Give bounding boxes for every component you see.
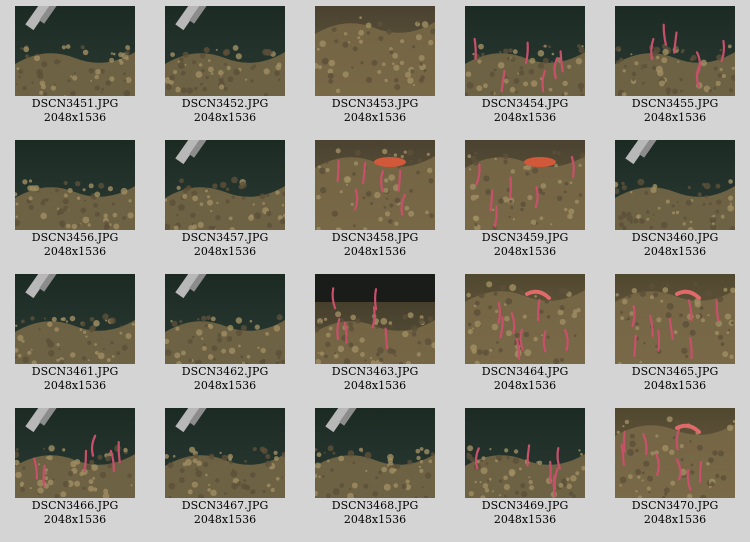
thumbnail-filename: DSCN3454.JPG (481, 97, 569, 110)
thumbnail-item[interactable]: DSCN3469.JPG 2048x1536 (465, 408, 585, 526)
thumbnail-image[interactable] (465, 408, 585, 498)
thumbnail-filename: DSCN3456.JPG (31, 231, 119, 244)
thumbnail-dimensions: 2048x1536 (193, 379, 257, 392)
thumbnail-filename: DSCN3467.JPG (181, 499, 269, 512)
thumbnail-item[interactable]: DSCN3462.JPG 2048x1536 (165, 274, 285, 392)
thumbnail-image[interactable] (315, 408, 435, 498)
thumbnail-image[interactable] (615, 6, 735, 96)
thumbnail-item[interactable]: DSCN3456.JPG 2048x1536 (15, 140, 135, 258)
thumbnail-image[interactable] (15, 408, 135, 498)
thumbnail-dimensions: 2048x1536 (343, 245, 407, 258)
thumbnail-filename: DSCN3459.JPG (481, 231, 569, 244)
thumbnail-dimensions: 2048x1536 (493, 379, 557, 392)
thumbnail-item[interactable]: DSCN3454.JPG 2048x1536 (465, 6, 585, 124)
thumbnail-item[interactable]: DSCN3458.JPG 2048x1536 (315, 140, 435, 258)
thumbnail-dimensions: 2048x1536 (343, 111, 407, 124)
thumbnail-item[interactable]: DSCN3467.JPG 2048x1536 (165, 408, 285, 526)
thumbnail-filename: DSCN3451.JPG (31, 97, 119, 110)
thumbnail-item[interactable]: DSCN3457.JPG 2048x1536 (165, 140, 285, 258)
thumbnail-item[interactable]: DSCN3455.JPG 2048x1536 (615, 6, 735, 124)
thumbnail-item[interactable]: DSCN3470.JPG 2048x1536 (615, 408, 735, 526)
thumbnail-dimensions: 2048x1536 (643, 379, 707, 392)
thumbnail-image[interactable] (165, 274, 285, 364)
thumbnail-filename: DSCN3453.JPG (331, 97, 419, 110)
thumbnail-filename: DSCN3455.JPG (631, 97, 719, 110)
thumbnail-item[interactable]: DSCN3468.JPG 2048x1536 (315, 408, 435, 526)
thumbnail-item[interactable]: DSCN3463.JPG 2048x1536 (315, 274, 435, 392)
thumbnail-filename: DSCN3470.JPG (631, 499, 719, 512)
thumbnail-dimensions: 2048x1536 (643, 111, 707, 124)
thumbnail-dimensions: 2048x1536 (43, 111, 107, 124)
thumbnail-image[interactable] (315, 6, 435, 96)
thumbnail-dimensions: 2048x1536 (193, 245, 257, 258)
thumbnail-filename: DSCN3464.JPG (481, 365, 569, 378)
thumbnail-filename: DSCN3461.JPG (31, 365, 119, 378)
thumbnail-filename: DSCN3462.JPG (181, 365, 269, 378)
thumbnail-image[interactable] (165, 140, 285, 230)
thumbnail-dimensions: 2048x1536 (343, 379, 407, 392)
thumbnail-item[interactable]: DSCN3459.JPG 2048x1536 (465, 140, 585, 258)
thumbnail-grid: DSCN3451.JPG 2048x1536 DSCN3452.JPG 2048… (0, 0, 750, 542)
thumbnail-item[interactable]: DSCN3453.JPG 2048x1536 (315, 6, 435, 124)
thumbnail-image[interactable] (165, 6, 285, 96)
thumbnail-dimensions: 2048x1536 (493, 513, 557, 526)
thumbnail-filename: DSCN3469.JPG (481, 499, 569, 512)
thumbnail-dimensions: 2048x1536 (343, 513, 407, 526)
thumbnail-filename: DSCN3465.JPG (631, 365, 719, 378)
thumbnail-image[interactable] (615, 140, 735, 230)
thumbnail-item[interactable]: DSCN3464.JPG 2048x1536 (465, 274, 585, 392)
thumbnail-dimensions: 2048x1536 (43, 379, 107, 392)
thumbnail-image[interactable] (15, 6, 135, 96)
thumbnail-dimensions: 2048x1536 (493, 245, 557, 258)
thumbnail-image[interactable] (15, 140, 135, 230)
thumbnail-item[interactable]: DSCN3451.JPG 2048x1536 (15, 6, 135, 124)
thumbnail-item[interactable]: DSCN3452.JPG 2048x1536 (165, 6, 285, 124)
thumbnail-dimensions: 2048x1536 (193, 111, 257, 124)
thumbnail-image[interactable] (315, 274, 435, 364)
thumbnail-dimensions: 2048x1536 (193, 513, 257, 526)
thumbnail-image[interactable] (465, 6, 585, 96)
thumbnail-dimensions: 2048x1536 (643, 245, 707, 258)
thumbnail-image[interactable] (465, 140, 585, 230)
thumbnail-item[interactable]: DSCN3460.JPG 2048x1536 (615, 140, 735, 258)
thumbnail-dimensions: 2048x1536 (493, 111, 557, 124)
thumbnail-dimensions: 2048x1536 (643, 513, 707, 526)
thumbnail-filename: DSCN3458.JPG (331, 231, 419, 244)
thumbnail-image[interactable] (615, 274, 735, 364)
thumbnail-dimensions: 2048x1536 (43, 513, 107, 526)
thumbnail-filename: DSCN3460.JPG (631, 231, 719, 244)
thumbnail-image[interactable] (315, 140, 435, 230)
thumbnail-filename: DSCN3457.JPG (181, 231, 269, 244)
thumbnail-item[interactable]: DSCN3466.JPG 2048x1536 (15, 408, 135, 526)
thumbnail-item[interactable]: DSCN3461.JPG 2048x1536 (15, 274, 135, 392)
thumbnail-image[interactable] (465, 274, 585, 364)
thumbnail-filename: DSCN3466.JPG (31, 499, 119, 512)
thumbnail-dimensions: 2048x1536 (43, 245, 107, 258)
thumbnail-filename: DSCN3463.JPG (331, 365, 419, 378)
thumbnail-image[interactable] (615, 408, 735, 498)
thumbnail-filename: DSCN3452.JPG (181, 97, 269, 110)
thumbnail-filename: DSCN3468.JPG (331, 499, 419, 512)
thumbnail-image[interactable] (15, 274, 135, 364)
thumbnail-item[interactable]: DSCN3465.JPG 2048x1536 (615, 274, 735, 392)
thumbnail-image[interactable] (165, 408, 285, 498)
